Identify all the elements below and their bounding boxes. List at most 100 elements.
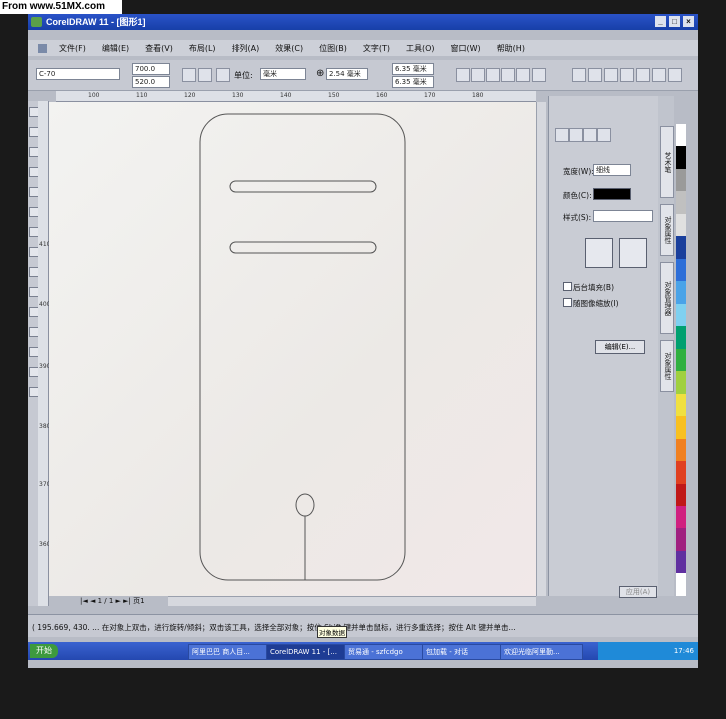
end-arrow-select[interactable] — [619, 238, 647, 268]
palette-swatch[interactable] — [676, 281, 686, 304]
scale-with-image-checkbox[interactable] — [563, 298, 572, 307]
duplicate-x-field[interactable]: 6.35 毫米 — [392, 63, 434, 75]
side-tab-object-properties[interactable]: 对象属性 — [660, 340, 674, 392]
apply-button[interactable]: 应用(A) — [619, 586, 657, 598]
palette-swatch[interactable] — [676, 550, 686, 574]
palette-swatch[interactable] — [676, 326, 686, 349]
palette-swatch[interactable] — [676, 393, 686, 417]
palette-swatch[interactable] — [676, 303, 686, 327]
palette-swatch[interactable] — [676, 168, 686, 192]
dynamic-guides-button[interactable] — [501, 68, 515, 82]
horizontal-ruler: 100 110 120 130 140 150 160 170 180 — [56, 91, 536, 102]
palette-swatch[interactable] — [676, 483, 686, 506]
edit-button[interactable]: 编辑(E)... — [595, 340, 645, 354]
close-button[interactable]: × — [683, 16, 694, 27]
nudge-distance-field[interactable]: 2.54 毫米 — [326, 68, 368, 80]
start-button[interactable]: 开始 — [30, 644, 58, 658]
menu-effects[interactable]: 效果(C) — [267, 43, 311, 54]
window-title: CorelDRAW 11 - [图形1] — [46, 17, 146, 27]
menu-edit[interactable]: 编辑(E) — [94, 43, 137, 54]
ruler-tick: 140 — [280, 92, 292, 99]
behind-fill-checkbox[interactable] — [563, 282, 572, 291]
toolbar-icon-6[interactable] — [652, 68, 666, 82]
paper-type-select[interactable]: C-70 — [36, 68, 120, 80]
menu-file[interactable]: 文件(F) — [51, 43, 94, 54]
portrait-button[interactable] — [182, 68, 196, 82]
restore-button[interactable]: □ — [669, 16, 680, 27]
page-tab[interactable]: 页1 — [133, 597, 144, 605]
menu-window[interactable]: 窗口(W) — [443, 43, 489, 54]
menu-arrange[interactable]: 排列(A) — [224, 43, 268, 54]
first-page-button[interactable]: |◄ ◄ — [80, 597, 98, 605]
palette-swatch[interactable] — [676, 416, 686, 439]
snap-grid-button[interactable] — [456, 68, 470, 82]
snap-objects-button[interactable] — [486, 68, 500, 82]
palette-swatch[interactable] — [676, 348, 686, 372]
palette-swatch[interactable] — [676, 438, 686, 462]
ruler-tick: 100 — [88, 92, 100, 99]
menu-layout[interactable]: 布局(L) — [181, 43, 224, 54]
side-tab-artistic-media[interactable]: 艺术笔 — [660, 126, 674, 198]
treat-as-filled-button[interactable] — [516, 68, 530, 82]
page-options-button[interactable] — [216, 68, 230, 82]
menu-view[interactable]: 查看(V) — [137, 43, 181, 54]
taskbar-item[interactable]: 欢迎光临阿里勤... — [500, 644, 583, 660]
taskbar-item[interactable]: 阿里巴巴 商人目... — [188, 644, 267, 660]
color-swatch-button[interactable] — [593, 188, 631, 200]
vertical-ruler: 410 400 390 380 370 360 — [38, 101, 50, 606]
toolbar-icon-7[interactable] — [668, 68, 682, 82]
side-tab-object-manager[interactable]: 对象管理器 — [660, 262, 674, 334]
taskbar-item-active[interactable]: CorelDRAW 11 - [... — [266, 644, 345, 660]
fill-tab-icon[interactable] — [569, 128, 583, 142]
palette-swatch[interactable] — [676, 124, 686, 147]
palette-swatch[interactable] — [676, 573, 686, 596]
palette-swatch[interactable] — [676, 146, 686, 169]
width-select[interactable]: 细线 — [593, 164, 631, 176]
palette-swatch[interactable] — [676, 505, 686, 529]
pen-tab-icon[interactable] — [555, 128, 569, 142]
palette-swatch[interactable] — [676, 371, 686, 394]
toolbar-icon-5[interactable] — [636, 68, 650, 82]
toolbar-icon-2[interactable] — [588, 68, 602, 82]
taskbar-item[interactable]: 包加载 - 对话 — [422, 644, 501, 660]
snap-guidelines-button[interactable] — [471, 68, 485, 82]
vertical-scrollbar[interactable] — [536, 102, 546, 596]
paper-height-field[interactable]: 520.0 — [132, 76, 170, 88]
button-ellipse[interactable] — [295, 493, 315, 517]
menu-tools[interactable]: 工具(O) — [398, 43, 443, 54]
minimize-button[interactable]: _ — [655, 16, 666, 27]
toolbar-icon-3[interactable] — [604, 68, 618, 82]
duplicate-y-field[interactable]: 6.35 毫米 — [392, 76, 434, 88]
object-tab-icon[interactable] — [583, 128, 597, 142]
slot-rect-bottom[interactable] — [229, 241, 377, 254]
style-select[interactable] — [593, 210, 653, 222]
taskbar-item[interactable]: 贸易通 - szfcdgo — [344, 644, 423, 660]
menu-bitmaps[interactable]: 位图(B) — [311, 43, 355, 54]
coreldraw-app-icon — [31, 17, 42, 27]
palette-swatch[interactable] — [676, 461, 686, 484]
menu-help[interactable]: 帮助(H) — [489, 43, 533, 54]
palette-swatch[interactable] — [676, 213, 686, 237]
drawing-canvas[interactable] — [49, 102, 536, 596]
document-icon[interactable] — [38, 43, 47, 53]
width-label: 宽度(W): — [563, 167, 594, 176]
palette-swatch[interactable] — [676, 258, 686, 282]
horizontal-scrollbar[interactable] — [168, 596, 536, 606]
menu-text[interactable]: 文字(T) — [355, 43, 398, 54]
text-tab-icon[interactable] — [597, 128, 611, 142]
unit-select[interactable]: 毫米 — [260, 68, 306, 80]
toolbar-icon-4[interactable] — [620, 68, 634, 82]
paper-width-field[interactable]: 700.0 — [132, 63, 170, 75]
slot-rect-top[interactable] — [229, 180, 377, 193]
ruler-tick: 160 — [376, 92, 388, 99]
style-label: 样式(S): — [563, 213, 592, 222]
landscape-button[interactable] — [198, 68, 212, 82]
options-button[interactable] — [532, 68, 546, 82]
palette-swatch[interactable] — [676, 191, 686, 214]
palette-swatch[interactable] — [676, 528, 686, 551]
next-page-button[interactable]: ► ►| — [116, 597, 134, 605]
toolbar-icon-1[interactable] — [572, 68, 586, 82]
side-tab-properties[interactable]: 对象属性 — [660, 204, 674, 256]
palette-swatch[interactable] — [676, 236, 686, 259]
start-arrow-select[interactable] — [585, 238, 613, 268]
